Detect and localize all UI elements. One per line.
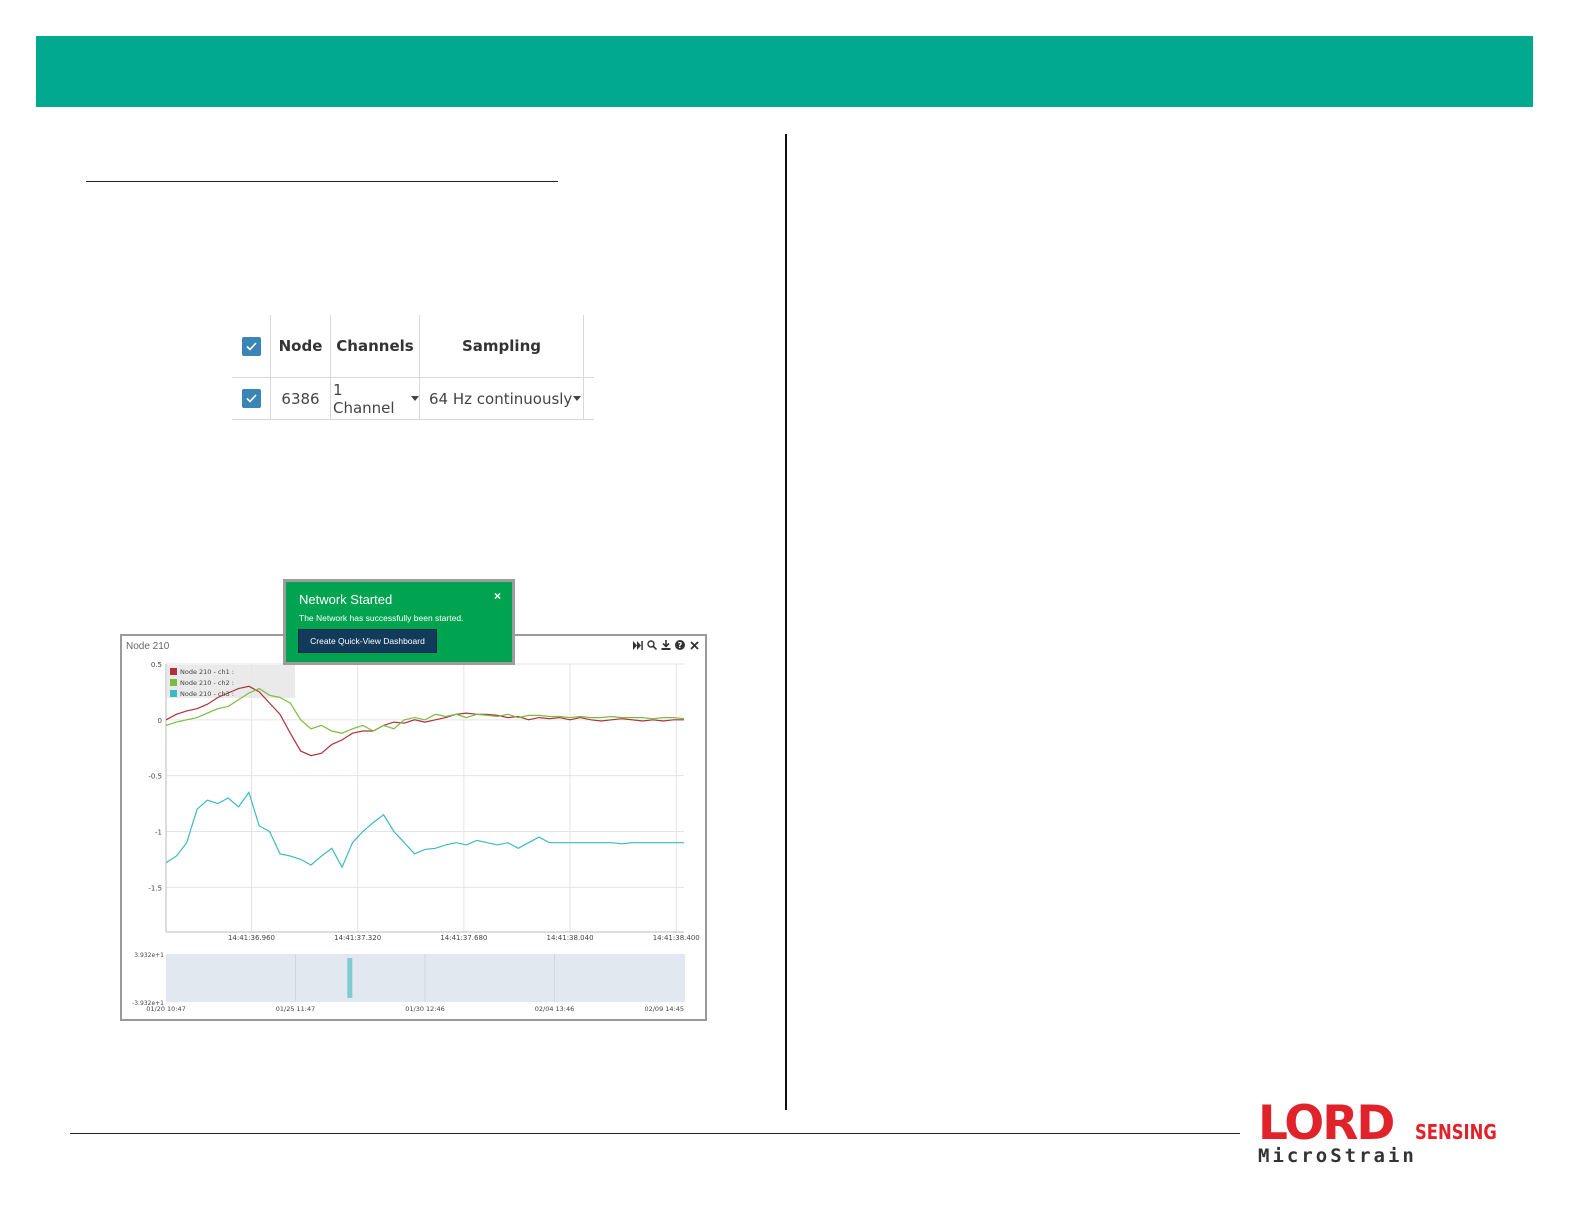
- notification-title: Network Started: [299, 592, 393, 607]
- help-icon[interactable]: ?: [675, 639, 685, 651]
- column-divider: [785, 134, 787, 1110]
- x-tick-label: 14:41:36.960: [228, 934, 275, 942]
- node-id-cell: 6386: [271, 378, 331, 419]
- network-started-notification: Network Started × The Network has succes…: [283, 579, 515, 665]
- logo-sensing-text: SENSING: [1415, 1120, 1497, 1144]
- table-header-row: Node Channels Sampling: [232, 315, 594, 378]
- chevron-down-icon: [573, 396, 581, 401]
- header-bar: [36, 36, 1533, 107]
- row-checkbox[interactable]: [241, 389, 261, 408]
- y-tick-label: 0: [158, 717, 162, 725]
- column-header-channels: Channels: [331, 315, 420, 377]
- legend-swatch: [170, 679, 177, 686]
- channels-dropdown[interactable]: 1 Channel: [331, 378, 420, 419]
- close-icon[interactable]: [689, 639, 699, 651]
- chart-toolbar: ?: [633, 639, 699, 651]
- chevron-down-icon: [411, 396, 419, 401]
- navigator-x-label: 02/09 14:45: [644, 1005, 684, 1013]
- navigator-x-label: 01/25 11:47: [276, 1005, 316, 1013]
- column-header-sampling: Sampling: [420, 315, 584, 377]
- node-chart-panel: 0.5 0 -0.5 -1 -1.5 14:41:36.960 14:41:37.320 14…: [120, 634, 707, 1021]
- download-icon[interactable]: [661, 639, 671, 651]
- y-tick-label: 0.5: [151, 661, 162, 669]
- navigator-x-label: 01/20 10:47: [146, 1005, 186, 1013]
- navigator-x-label: 01/30 12:46: [405, 1005, 445, 1013]
- sampling-dropdown[interactable]: 64 Hz continuously: [420, 378, 584, 419]
- node-chart: 0.5 0 -0.5 -1 -1.5 14:41:36.960 14:41:37.320 14…: [132, 661, 700, 1013]
- create-dashboard-button[interactable]: Create Quick-View Dashboard: [298, 629, 437, 653]
- series-line: [165, 791, 684, 869]
- channels-value: 1 Channel: [333, 380, 395, 417]
- navigator-window: [347, 958, 353, 998]
- footer-rule: [70, 1133, 1240, 1134]
- legend-swatch: [170, 668, 177, 675]
- navigator-y-label: 3.932e+1: [134, 952, 164, 959]
- logo-microstrain-text: MicroStrain: [1258, 1145, 1417, 1167]
- y-tick-label: -1: [155, 829, 162, 837]
- node-table: Node Channels Sampling 6386 1 Channel 64…: [232, 315, 594, 420]
- x-tick-label: 14:41:37.680: [440, 934, 487, 942]
- close-icon[interactable]: ×: [494, 589, 501, 603]
- skip-end-icon[interactable]: [633, 639, 643, 651]
- y-tick-label: -0.5: [148, 773, 162, 781]
- column-header-node: Node: [271, 315, 331, 377]
- legend-label: Node 210 - ch1 :: [180, 668, 234, 676]
- section-title-rule: [86, 181, 558, 182]
- zoom-icon[interactable]: [647, 639, 657, 651]
- x-tick-label: 14:41:38.040: [547, 934, 594, 942]
- logo-brand-text: LORD: [1258, 1096, 1395, 1151]
- legend-label: Node 210 - ch2 :: [180, 679, 234, 687]
- svg-text:?: ?: [678, 641, 683, 650]
- table-row: 6386 1 Channel 64 Hz continuously: [232, 378, 594, 420]
- lord-sensing-logo: LORD SENSING MicroStrain: [1258, 1100, 1508, 1172]
- x-tick-label: 14:41:38.400: [653, 934, 700, 942]
- navigator-x-label: 02/04 13:46: [535, 1005, 575, 1013]
- x-tick-label: 14:41:37.320: [334, 934, 381, 942]
- sampling-value: 64 Hz continuously: [429, 389, 573, 408]
- select-all-checkbox[interactable]: [241, 336, 261, 356]
- notification-message: The Network has successfully been starte…: [299, 613, 464, 623]
- chart-panel-title: Node 210: [126, 641, 170, 652]
- legend-label: Node 210 - ch3 :: [180, 690, 234, 698]
- y-tick-label: -1.5: [148, 884, 162, 892]
- legend-swatch: [170, 690, 177, 697]
